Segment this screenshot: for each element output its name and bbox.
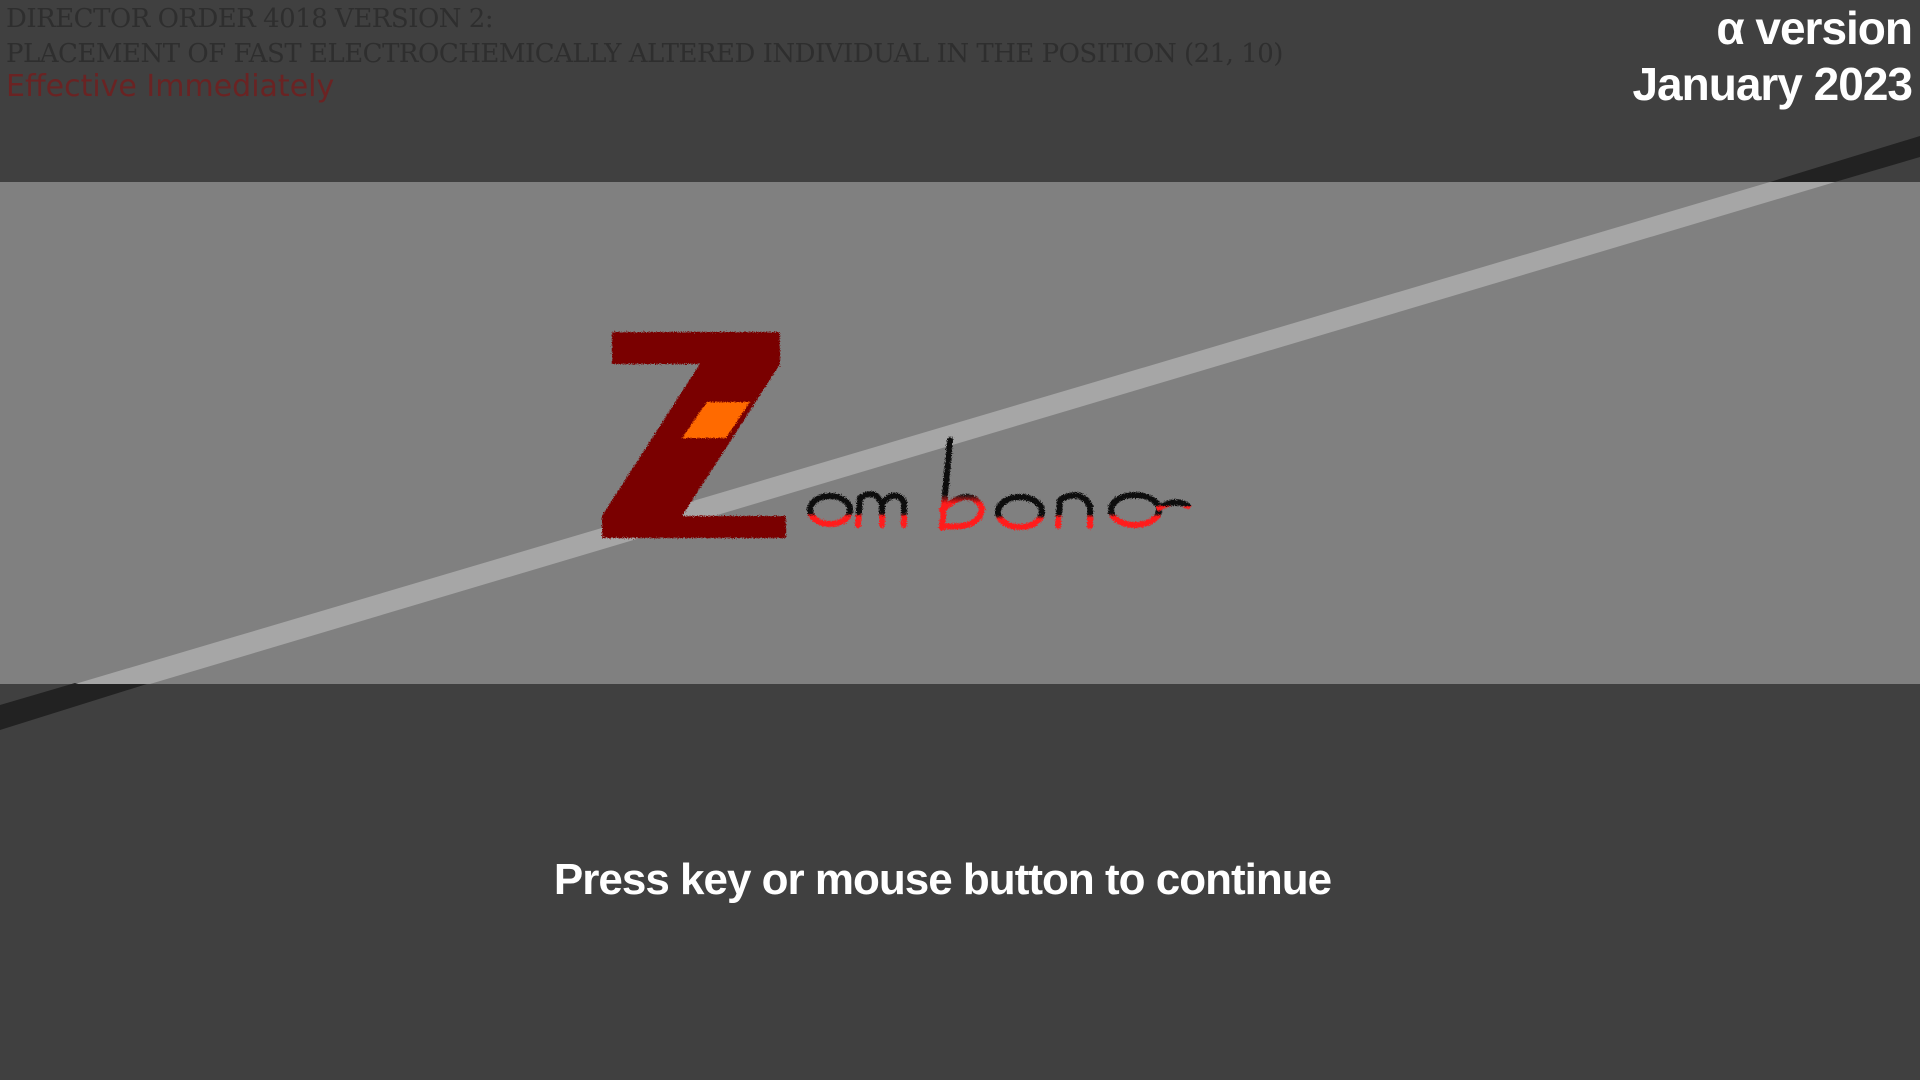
logo-ombono-text bbox=[807, 437, 1191, 531]
title-screen[interactable]: DIRECTOR ORDER 4018 VERSION 2: PLACEMENT… bbox=[0, 0, 1920, 1080]
zombono-logo bbox=[602, 332, 1191, 538]
continue-prompt[interactable]: Press key or mouse button to continue bbox=[0, 855, 1885, 905]
